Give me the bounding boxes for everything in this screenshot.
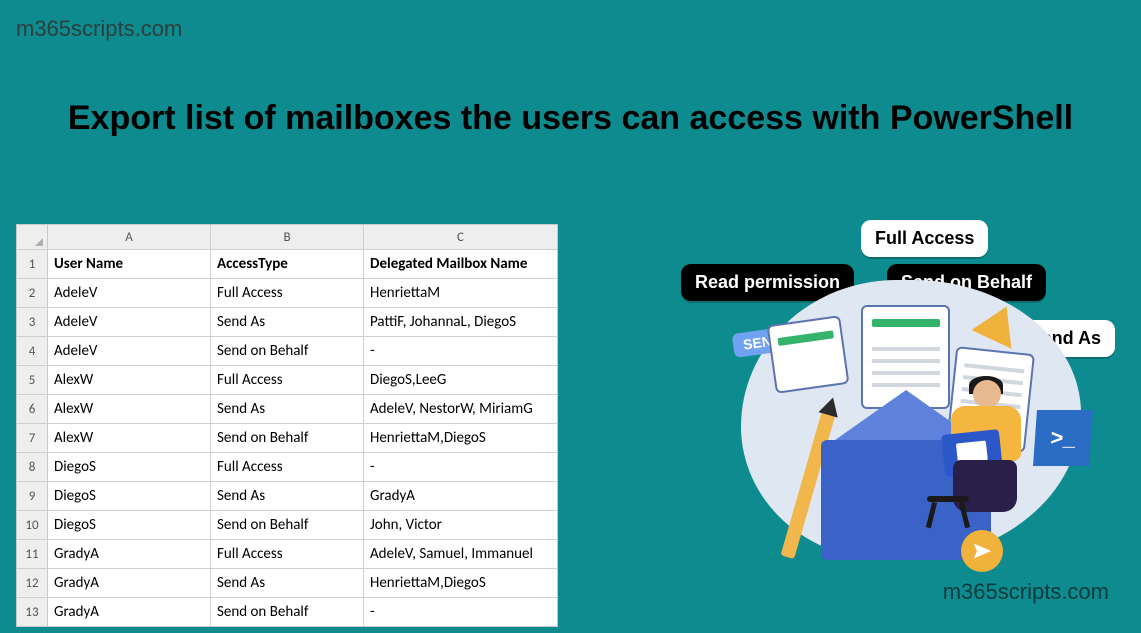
document-icon <box>767 315 850 394</box>
cell: AdeleV, NestorW, MiriamG <box>364 395 557 423</box>
cell: Send on Behalf <box>211 337 364 365</box>
cell: John, Victor <box>364 511 557 539</box>
table-row: 6AlexWSend AsAdeleV, NestorW, MiriamG <box>17 395 557 424</box>
row-number: 11 <box>17 540 48 568</box>
cell: Send on Behalf <box>211 424 364 452</box>
cell: Send As <box>211 569 364 597</box>
cell: Full Access <box>211 453 364 481</box>
cell: DiegoS,LeeG <box>364 366 557 394</box>
cell: HenriettaM,DiegoS <box>364 569 557 597</box>
table-row: 9DiegoSSend AsGradyA <box>17 482 557 511</box>
cell: AdeleV, Samuel, Immanuel <box>364 540 557 568</box>
row-number: 4 <box>17 337 48 365</box>
cell: Send on Behalf <box>211 511 364 539</box>
column-header: A <box>48 225 211 249</box>
column-header-row: A B C <box>17 225 557 250</box>
cell: AdeleV <box>48 337 211 365</box>
page-title: Export list of mailboxes the users can a… <box>0 97 1141 140</box>
table-row: 8DiegoSFull Access- <box>17 453 557 482</box>
table-row: 3AdeleVSend AsPattiF, JohannaL, DiegoS <box>17 308 557 337</box>
cell: GradyA <box>48 540 211 568</box>
table-row: 2AdeleVFull AccessHenriettaM <box>17 279 557 308</box>
cell: - <box>364 337 557 365</box>
row-number: 2 <box>17 279 48 307</box>
table-row: 13GradyASend on Behalf- <box>17 598 557 626</box>
watermark-bottom: m365scripts.com <box>943 579 1109 605</box>
row-number: 13 <box>17 598 48 626</box>
cell: - <box>364 453 557 481</box>
mail-illustration: SEND >_ <box>741 280 1081 560</box>
cell: AlexW <box>48 395 211 423</box>
illustration: Full Access Read permission Send on Beha… <box>651 220 1111 590</box>
table-row: 12GradyASend AsHenriettaM,DiegoS <box>17 569 557 598</box>
column-header: C <box>364 225 557 249</box>
cell: Full Access <box>211 279 364 307</box>
person-icon <box>921 380 1041 530</box>
cell: AdeleV <box>48 279 211 307</box>
badge-full-access: Full Access <box>861 220 988 257</box>
cell: AlexW <box>48 424 211 452</box>
row-number: 8 <box>17 453 48 481</box>
cell: Full Access <box>211 540 364 568</box>
header-cell: Delegated Mailbox Name <box>364 250 557 278</box>
watermark-top: m365scripts.com <box>16 16 182 42</box>
cell: DiegoS <box>48 453 211 481</box>
cell: DiegoS <box>48 482 211 510</box>
table-row: 5AlexWFull AccessDiegoS,LeeG <box>17 366 557 395</box>
row-number: 1 <box>17 250 48 278</box>
header-row: 1 User Name AccessType Delegated Mailbox… <box>17 250 557 279</box>
select-all-corner <box>17 225 48 249</box>
row-number: 12 <box>17 569 48 597</box>
cell: HenriettaM <box>364 279 557 307</box>
row-number: 5 <box>17 366 48 394</box>
cell: GradyA <box>364 482 557 510</box>
header-cell: User Name <box>48 250 211 278</box>
cell: Send As <box>211 482 364 510</box>
column-header: B <box>211 225 364 249</box>
table-row: 11GradyAFull AccessAdeleV, Samuel, Imman… <box>17 540 557 569</box>
spreadsheet: A B C 1 User Name AccessType Delegated M… <box>16 224 558 627</box>
table-row: 10DiegoSSend on BehalfJohn, Victor <box>17 511 557 540</box>
cell: AlexW <box>48 366 211 394</box>
cell: Send As <box>211 308 364 336</box>
row-number: 7 <box>17 424 48 452</box>
cell: GradyA <box>48 569 211 597</box>
cell: AdeleV <box>48 308 211 336</box>
cell: HenriettaM,DiegoS <box>364 424 557 452</box>
cell: PattiF, JohannaL, DiegoS <box>364 308 557 336</box>
cell: DiegoS <box>48 511 211 539</box>
header-cell: AccessType <box>211 250 364 278</box>
table-row: 7AlexWSend on BehalfHenriettaM,DiegoS <box>17 424 557 453</box>
row-number: 10 <box>17 511 48 539</box>
cell: GradyA <box>48 598 211 626</box>
cell: - <box>364 598 557 626</box>
powershell-icon: >_ <box>1033 410 1093 466</box>
send-badge-icon <box>961 530 1003 572</box>
cell: Send As <box>211 395 364 423</box>
cell: Full Access <box>211 366 364 394</box>
cell: Send on Behalf <box>211 598 364 626</box>
row-number: 3 <box>17 308 48 336</box>
row-number: 9 <box>17 482 48 510</box>
table-row: 4AdeleVSend on Behalf- <box>17 337 557 366</box>
row-number: 6 <box>17 395 48 423</box>
